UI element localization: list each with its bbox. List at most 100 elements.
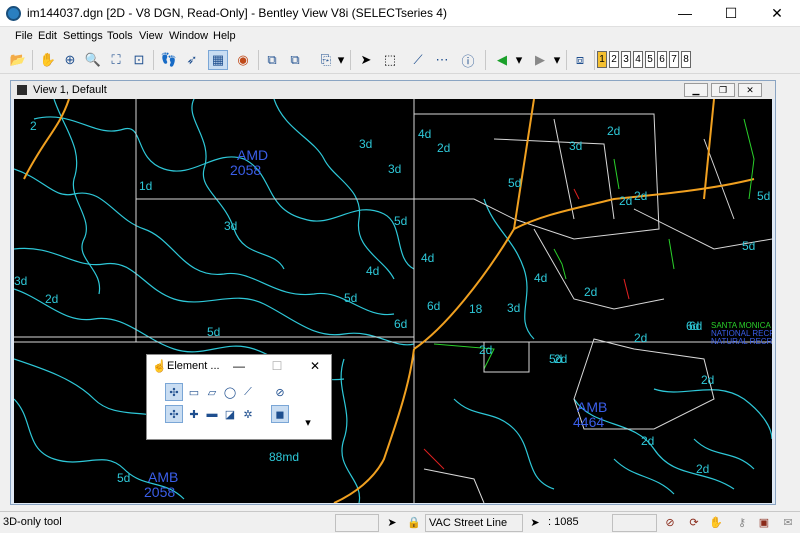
toolbar-separator bbox=[32, 50, 33, 70]
toolbar-separator bbox=[258, 50, 259, 70]
map-label: 2d bbox=[634, 189, 648, 203]
window-area-icon[interactable]: ⊡ bbox=[129, 50, 149, 70]
view-toggle-3[interactable]: 3 bbox=[621, 51, 631, 68]
map-label: 2d bbox=[584, 285, 598, 299]
map-label: 2d bbox=[641, 434, 655, 448]
subtract-select-icon[interactable]: ▬ bbox=[203, 405, 221, 423]
map-label: 5d bbox=[742, 239, 756, 253]
open-file-icon[interactable]: 📂 bbox=[8, 50, 28, 70]
block-select-icon[interactable]: ▭ bbox=[185, 383, 203, 401]
map-label: 5d bbox=[394, 214, 408, 228]
menu-tools[interactable]: Tools bbox=[107, 30, 133, 42]
map-label: 2d bbox=[696, 462, 710, 476]
menu-help[interactable]: Help bbox=[213, 30, 236, 42]
select-all-icon[interactable]: ◼ bbox=[271, 405, 289, 423]
new-select-icon[interactable]: ✣ bbox=[165, 405, 183, 423]
map-label: 2058 bbox=[230, 162, 262, 178]
hand-status-icon[interactable]: ✋ bbox=[708, 515, 724, 531]
dialog-close-button[interactable]: ✕ bbox=[307, 358, 323, 374]
menu-window[interactable]: Window bbox=[169, 30, 208, 42]
lock-icon[interactable]: 🔒 bbox=[406, 515, 422, 531]
map-label: 4d bbox=[534, 271, 548, 285]
dialog-minimize-button[interactable]: — bbox=[231, 358, 247, 374]
measure-line-icon[interactable]: ⋯ bbox=[432, 50, 452, 70]
status-blank-cell bbox=[612, 514, 657, 532]
fence-icon[interactable]: ⬚ bbox=[380, 50, 400, 70]
map-label: 5d bbox=[508, 176, 522, 190]
back-arrow-icon[interactable]: ◀ bbox=[492, 50, 512, 70]
fit-view-icon[interactable]: ⛶ bbox=[106, 50, 126, 70]
signature-icon[interactable]: ✉ bbox=[780, 515, 796, 531]
menu-view[interactable]: View bbox=[139, 30, 163, 42]
view-attributes-icon[interactable]: ▦ bbox=[208, 50, 228, 70]
select-pointer-icon[interactable]: ➤ bbox=[356, 50, 376, 70]
zoom-out-icon[interactable]: 🔍 bbox=[83, 50, 103, 70]
map-label: AMB bbox=[577, 399, 608, 415]
map-label: AMD bbox=[237, 147, 269, 163]
view-restore-button[interactable]: ❐ bbox=[711, 83, 735, 97]
view-close-button[interactable]: ✕ bbox=[738, 83, 762, 97]
key-icon[interactable]: ⚷ bbox=[734, 515, 750, 531]
individual-select-icon[interactable]: ✣ bbox=[165, 383, 183, 401]
toolbar-separator bbox=[485, 50, 486, 70]
chevron-down-icon[interactable]: ▾ bbox=[336, 50, 346, 70]
pan-view-icon[interactable]: ✋ bbox=[38, 50, 58, 70]
map-label: 2d bbox=[45, 292, 59, 306]
chevron-down-icon[interactable]: ▾ bbox=[299, 413, 317, 431]
map-label: 88md bbox=[269, 450, 300, 464]
close-button[interactable]: ✕ bbox=[754, 0, 800, 27]
drawing-canvas[interactable]: 2 1d AMD 2058 3d 3d 2d 4d 5d 3d 5d 4d 3d… bbox=[14, 99, 772, 503]
view-toggle-4[interactable]: 4 bbox=[633, 51, 643, 68]
clear-select-icon[interactable]: ✲ bbox=[239, 405, 257, 423]
map-label: 2d bbox=[479, 343, 493, 357]
view-toggle-2[interactable]: 2 bbox=[609, 51, 619, 68]
dialog-title-bar[interactable]: ☝ Element ... — ☐ ✕ bbox=[147, 355, 331, 377]
dialog-title: Element ... bbox=[167, 360, 220, 372]
view-toggle-7[interactable]: 7 bbox=[669, 51, 679, 68]
view-title: View 1, Default bbox=[33, 84, 107, 96]
map-label: 3d bbox=[224, 219, 238, 233]
menu-edit[interactable]: Edit bbox=[38, 30, 57, 42]
zoom-in-icon[interactable]: ⊕ bbox=[60, 50, 80, 70]
line-select-icon[interactable]: ⟋ bbox=[239, 383, 257, 401]
fly-icon[interactable]: ➶ bbox=[182, 50, 202, 70]
dialog-maximize-button[interactable]: ☐ bbox=[269, 358, 285, 374]
circle-select-icon[interactable]: ◯ bbox=[221, 383, 239, 401]
chevron-down-icon[interactable]: ▾ bbox=[552, 50, 562, 70]
map-label: 5d bbox=[549, 352, 563, 366]
view-toggle-5[interactable]: 5 bbox=[645, 51, 655, 68]
view-window-icon bbox=[17, 85, 27, 95]
fence-status-icon[interactable]: ⊘ bbox=[662, 515, 678, 531]
invert-select-icon[interactable]: ◪ bbox=[221, 405, 239, 423]
next-view-icon[interactable]: ⧉ bbox=[285, 50, 305, 70]
view-minimize-button[interactable]: ▁ bbox=[684, 83, 708, 97]
active-level[interactable]: VAC Street Line bbox=[425, 514, 523, 532]
walk-icon[interactable]: 👣 bbox=[159, 50, 179, 70]
add-select-icon[interactable]: ✚ bbox=[185, 405, 203, 423]
hand-icon: ☝ bbox=[152, 359, 167, 373]
menu-file[interactable]: File bbox=[15, 30, 33, 42]
map-label: 5d bbox=[757, 189, 771, 203]
menu-settings[interactable]: Settings bbox=[63, 30, 103, 42]
design-history-icon[interactable]: ⟳ bbox=[686, 515, 702, 531]
shape-select-icon[interactable]: ▱ bbox=[203, 383, 221, 401]
maximize-button[interactable]: ☐ bbox=[708, 0, 754, 27]
map-label: 3d bbox=[359, 137, 373, 151]
minimize-button[interactable]: — bbox=[662, 0, 708, 27]
info-icon[interactable]: ⓘ bbox=[458, 50, 478, 70]
forward-arrow-icon[interactable]: ▶ bbox=[530, 50, 550, 70]
previous-view-icon[interactable]: ⧉ bbox=[262, 50, 282, 70]
save-status-icon[interactable]: ▣ bbox=[756, 515, 772, 531]
view-groups-icon[interactable]: ⧈ bbox=[570, 50, 590, 70]
render-icon[interactable]: ◉ bbox=[233, 50, 253, 70]
copy-view-icon[interactable]: ⎘ bbox=[316, 50, 336, 70]
measure-distance-icon[interactable]: ⟋ bbox=[408, 50, 428, 70]
view-toggle-1[interactable]: 1 bbox=[597, 51, 607, 68]
chevron-down-icon[interactable]: ▾ bbox=[514, 50, 524, 70]
map-label: 4464 bbox=[573, 414, 605, 430]
view-toggle-6[interactable]: 6 bbox=[657, 51, 667, 68]
map-label: 4d bbox=[421, 251, 435, 265]
select-none-icon[interactable]: ⊘ bbox=[271, 383, 289, 401]
view-toggle-8[interactable]: 8 bbox=[681, 51, 691, 68]
map-label: 6d bbox=[427, 299, 441, 313]
